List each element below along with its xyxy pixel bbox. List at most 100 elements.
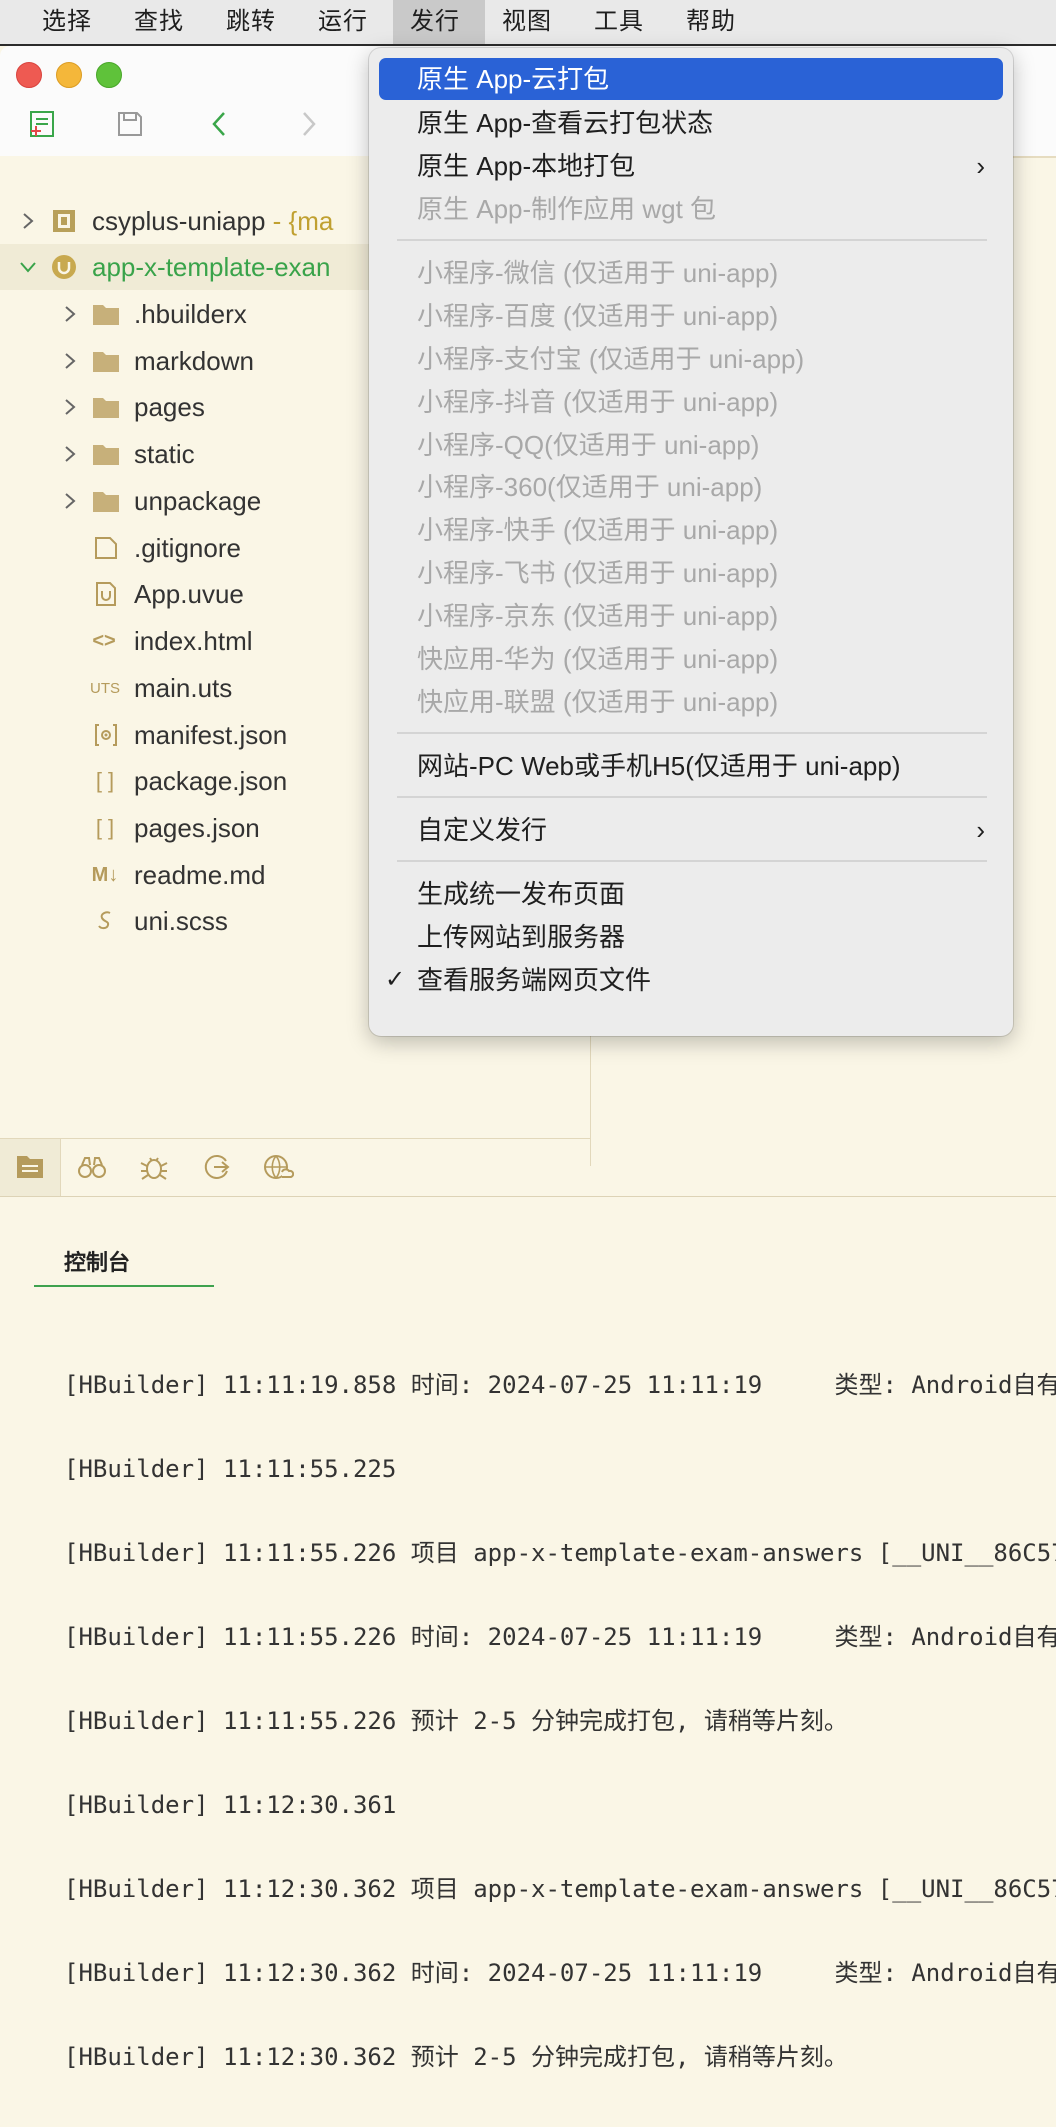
menu-goto[interactable]: 跳转: [209, 0, 301, 44]
tree-item-label: manifest.json: [134, 719, 288, 750]
cloud-icon[interactable]: [260, 1149, 296, 1185]
tree-item-label: index.html: [134, 625, 253, 656]
folder-icon: [92, 487, 120, 515]
tree-item-label: static: [134, 438, 195, 469]
menu-item-generate-release-page[interactable]: 生成统一发布页面: [379, 873, 1003, 915]
log-line: [HBuilder] 11:12:30.361: [64, 1791, 397, 1819]
log-line: [HBuilder] 11:12:30.362 项目 app-x-templat…: [64, 1875, 1056, 1903]
markdown-file-icon: M↓: [91, 863, 119, 886]
menu-item-native-app-local-build[interactable]: 原生 App-本地打包 ›: [379, 145, 1003, 187]
bug-icon[interactable]: [136, 1149, 172, 1185]
checkmark-icon: ✓: [385, 966, 406, 993]
project-icon: [50, 207, 78, 235]
menu-find[interactable]: 查找: [117, 0, 209, 44]
log-line: [HBuilder] 11:11:55.225: [64, 1455, 397, 1483]
menu-item-mp-qq[interactable]: 小程序-QQ(仅适用于 uni-app): [379, 424, 1003, 466]
menu-item-custom-publish[interactable]: 自定义发行 ›: [379, 809, 1003, 851]
menu-item-mp-toutiao[interactable]: 小程序-抖音 (仅适用于 uni-app): [379, 381, 1003, 423]
menu-separator: [397, 239, 987, 241]
uvue-file-icon: [92, 580, 120, 608]
menu-item-upload-site[interactable]: 上传网站到服务器: [379, 916, 1003, 958]
minimize-window-button[interactable]: [56, 62, 82, 88]
menu-publish[interactable]: 发行: [393, 0, 485, 44]
chevron-down-icon[interactable]: [18, 257, 38, 277]
menu-item-mp-kuaishou[interactable]: 小程序-快手 (仅适用于 uni-app): [379, 509, 1003, 551]
menu-help[interactable]: 帮助: [669, 0, 761, 44]
back-arrow-icon[interactable]: [204, 108, 236, 140]
project-name: csyplus-uniapp: [92, 205, 266, 236]
folder-icon: [92, 300, 120, 328]
sidebar-view-switcher: [0, 1138, 590, 1197]
folder-icon: [92, 393, 120, 421]
menu-item-web-h5[interactable]: 网站-PC Web或手机H5(仅适用于 uni-app): [379, 745, 1003, 787]
console-panel: 控制台 [HBuilder] 11:11:19.858 时间: 2024-07-…: [0, 1196, 1056, 2071]
menu-item-quickapp-union[interactable]: 快应用-联盟 (仅适用于 uni-app): [379, 681, 1003, 723]
new-file-icon[interactable]: [26, 108, 58, 140]
forward-arrow-icon[interactable]: [292, 108, 324, 140]
folder-icon: [92, 440, 120, 468]
tree-item-label: main.uts: [134, 672, 233, 703]
console-log: [HBuilder] 11:11:19.858 时间: 2024-07-25 1…: [64, 1315, 1056, 2127]
zoom-window-button[interactable]: [96, 62, 122, 88]
log-line: [HBuilder] 11:11:55.226 预计 2-5 分钟完成打包, 请…: [64, 1707, 848, 1735]
menu-item-quickapp-huawei[interactable]: 快应用-华为 (仅适用于 uni-app): [379, 638, 1003, 680]
menu-item-mp-360[interactable]: 小程序-360(仅适用于 uni-app): [379, 466, 1003, 508]
json-file-icon: [ ]: [95, 815, 115, 840]
chevron-right-icon[interactable]: [60, 397, 80, 417]
menu-item-mp-jd[interactable]: 小程序-京东 (仅适用于 uni-app): [379, 595, 1003, 637]
html-file-icon: <>: [92, 629, 116, 652]
tree-item-label: unpackage: [134, 485, 262, 516]
toolbar: [0, 108, 360, 148]
console-tab-underline: [34, 1285, 214, 1287]
folder-icon: [92, 347, 120, 375]
menu-item-mp-baidu[interactable]: 小程序-百度 (仅适用于 uni-app): [379, 295, 1003, 337]
binoculars-icon[interactable]: [74, 1149, 110, 1185]
menu-item-mp-weixin[interactable]: 小程序-微信 (仅适用于 uni-app): [379, 252, 1003, 294]
publish-dropdown-menu: 原生 App-云打包 原生 App-查看云打包状态 原生 App-本地打包 › 原…: [369, 48, 1013, 1036]
menu-run[interactable]: 运行: [301, 0, 393, 44]
menu-item-native-app-cloud-build-status[interactable]: 原生 App-查看云打包状态: [379, 102, 1003, 144]
menu-select[interactable]: 选择: [24, 0, 117, 44]
save-icon[interactable]: [114, 108, 146, 140]
tree-item-label: markdown: [134, 345, 254, 376]
window-controls: [16, 62, 122, 88]
chevron-right-icon[interactable]: [60, 491, 80, 511]
menu-item-view-server-files[interactable]: ✓ 查看服务端网页文件: [379, 959, 1003, 1001]
chevron-right-icon[interactable]: [60, 444, 80, 464]
menu-item-mp-lark[interactable]: 小程序-飞书 (仅适用于 uni-app): [379, 552, 1003, 594]
menu-tools[interactable]: 工具: [577, 0, 669, 44]
menu-separator: [397, 860, 987, 862]
tree-item-label: package.json: [134, 765, 288, 796]
tree-item-label: pages.json: [134, 812, 260, 843]
menu-separator: [397, 796, 987, 798]
menu-view[interactable]: 视图: [485, 0, 577, 44]
chevron-right-icon[interactable]: [60, 351, 80, 371]
project-branch-suffix: - {ma: [265, 205, 334, 236]
menubar: 选择 查找 跳转 运行 发行 视图 工具 帮助: [0, 0, 1056, 46]
console-tab[interactable]: 控制台: [64, 1245, 130, 1277]
tree-item-label: App.uvue: [134, 578, 244, 609]
git-icon[interactable]: [198, 1149, 234, 1185]
menu-item-mp-alipay[interactable]: 小程序-支付宝 (仅适用于 uni-app): [379, 338, 1003, 380]
file-icon: [92, 534, 120, 562]
submenu-arrow-icon: ›: [976, 151, 985, 181]
tree-item-label: pages: [134, 391, 205, 422]
submenu-arrow-icon: ›: [976, 815, 985, 845]
log-line: [HBuilder] 11:11:19.858 时间: 2024-07-25 1…: [64, 1371, 1056, 1399]
menu-item-native-app-cloud-build[interactable]: 原生 App-云打包: [379, 58, 1003, 100]
project-manager-icon[interactable]: [12, 1149, 48, 1185]
chevron-right-icon[interactable]: [18, 211, 38, 231]
scss-file-icon: [92, 907, 120, 935]
log-line: [HBuilder] 11:11:55.226 项目 app-x-templat…: [64, 1539, 1056, 1567]
tree-item-label: .hbuilderx: [134, 298, 247, 329]
uts-file-icon: UTS: [90, 679, 120, 697]
chevron-right-icon[interactable]: [60, 304, 80, 324]
manifest-file-icon: [92, 721, 120, 749]
menu-item-native-app-wgt[interactable]: 原生 App-制作应用 wgt 包: [379, 188, 1003, 230]
log-line: [HBuilder] 11:11:55.226 时间: 2024-07-25 1…: [64, 1623, 1056, 1651]
tree-item-label: uni.scss: [134, 905, 228, 936]
close-window-button[interactable]: [16, 62, 42, 88]
json-file-icon: [ ]: [95, 768, 115, 793]
uniapp-project-icon: [50, 253, 78, 281]
tree-item-label: .gitignore: [134, 532, 241, 563]
